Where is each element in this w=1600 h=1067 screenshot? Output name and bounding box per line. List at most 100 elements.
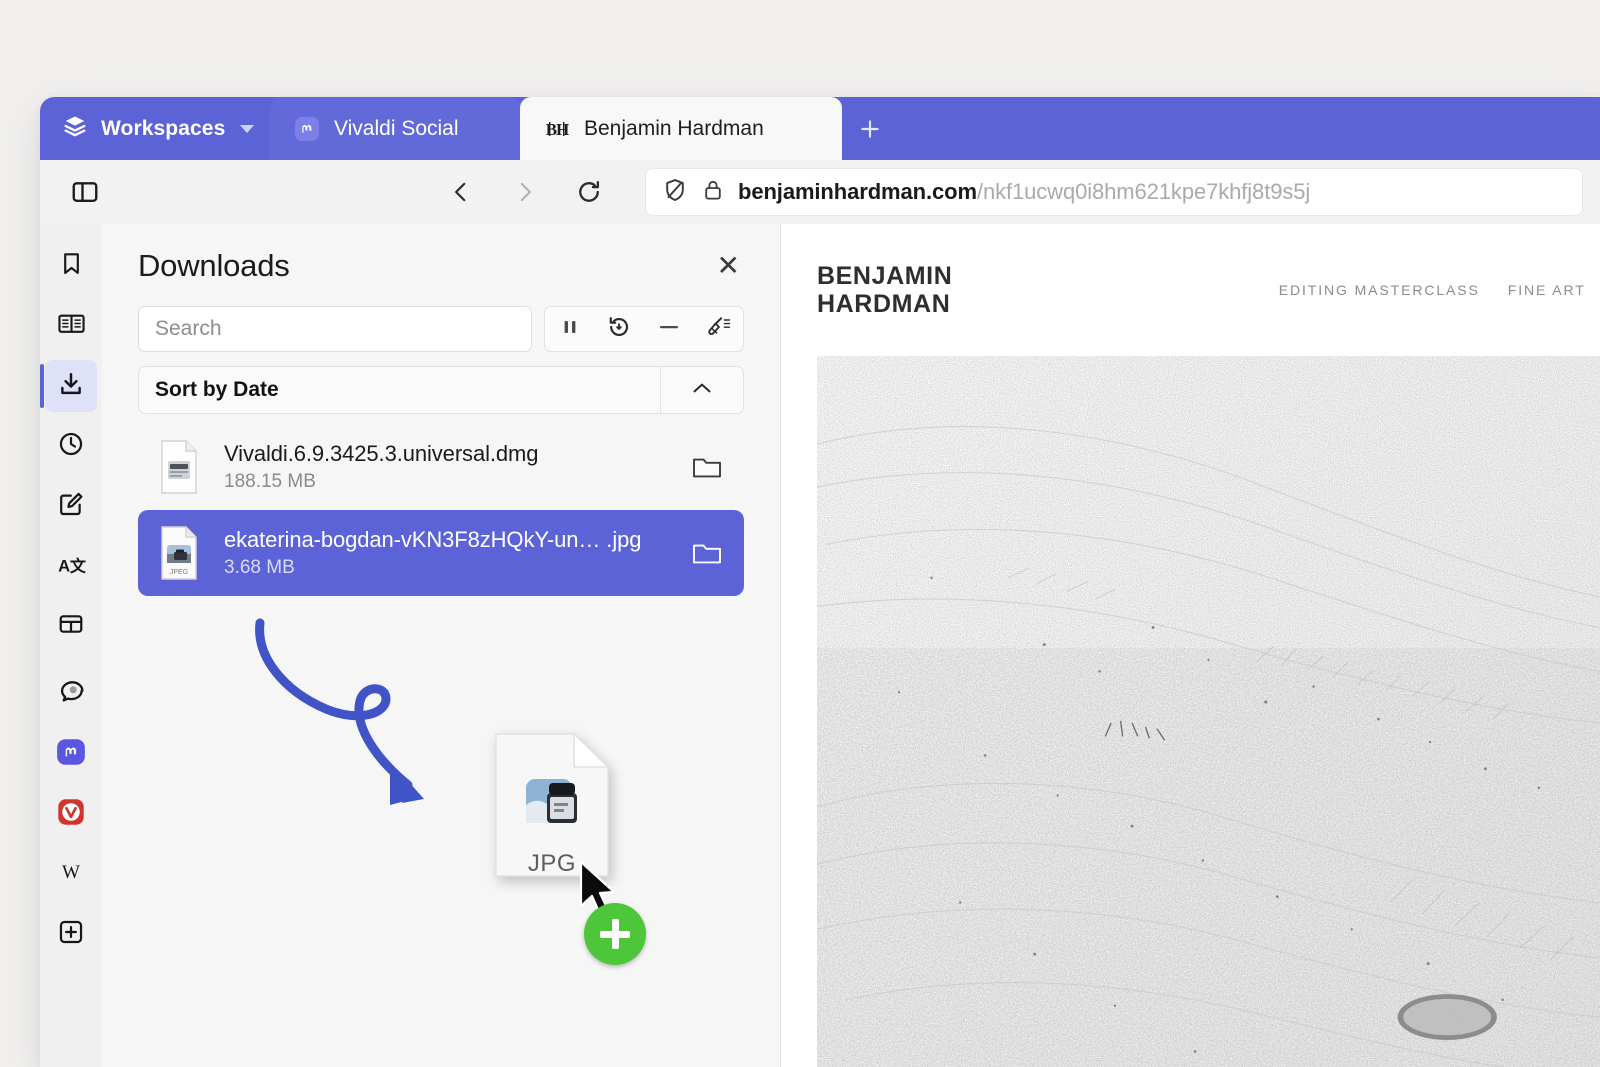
feed-reader-icon <box>57 677 86 711</box>
site-logo-line1: BENJAMIN <box>817 262 953 290</box>
resume-button[interactable] <box>595 307 645 351</box>
screenshot-root: Workspaces Vivaldi Social BH Benjamin Ha… <box>0 0 1600 1067</box>
close-icon[interactable]: ✕ <box>711 248 746 284</box>
tab-vivaldi-social[interactable]: Vivaldi Social <box>270 97 520 160</box>
svg-text:文: 文 <box>70 556 86 575</box>
site-logo[interactable]: BENJAMIN HARDMAN <box>817 262 952 318</box>
bookmark-icon <box>58 250 85 282</box>
tab-benjamin-hardman[interactable]: BH Benjamin Hardman <box>520 97 842 160</box>
window-body: A 文 W Downloads ✕ Search Sort by Date Vi… <box>40 224 1600 1067</box>
tab-bar: Workspaces Vivaldi Social BH Benjamin Ha… <box>40 97 1600 160</box>
download-file-size: 188.15 MB <box>224 471 316 492</box>
downloads-search-row <box>102 284 780 352</box>
sidebar-panel-icon[interactable] <box>62 169 108 215</box>
folder-icon <box>693 458 721 478</box>
download-file-size: 3.68 MB <box>224 557 295 578</box>
download-icon <box>57 370 85 403</box>
sidebar-item-notes[interactable] <box>45 480 97 532</box>
sidebar-item-reading-list[interactable] <box>45 300 97 352</box>
aerial-landscape-photo <box>817 356 1600 1067</box>
downloads-panel-header: Downloads ✕ <box>102 224 780 284</box>
download-file-name: Vivaldi.6.9.3425.3.universal.dmg <box>224 441 539 466</box>
site-logo-line2: HARDMAN <box>817 290 951 318</box>
browser-window: Workspaces Vivaldi Social BH Benjamin Ha… <box>40 97 1600 1067</box>
download-file-name: ekaterina-bogdan-vKN3F8zHQkY-un… .jpg <box>224 527 642 552</box>
lock-icon[interactable] <box>702 178 724 207</box>
new-tab-button[interactable] <box>842 97 898 160</box>
cancel-button[interactable] <box>644 307 694 351</box>
broom-icon <box>704 314 732 345</box>
address-bar[interactable]: benjaminhardman.com/nkf1ucwq0i8hm621kpe7… <box>646 169 1582 215</box>
open-folder-button[interactable] <box>684 454 730 480</box>
download-item-dmg[interactable]: Vivaldi.6.9.3425.3.universal.dmg 188.15 … <box>138 424 744 510</box>
pause-icon <box>560 316 580 343</box>
sidebar-item-downloads[interactable] <box>40 360 97 412</box>
site-header: BENJAMIN HARDMAN EDITING MASTERCLASS FIN… <box>781 224 1600 356</box>
translate-icon: A 文 <box>56 550 87 583</box>
sidebar-item-wikipedia[interactable]: W <box>45 848 97 900</box>
dmg-file-icon <box>154 439 204 495</box>
restore-download-icon <box>606 314 632 345</box>
sidebar-item-history[interactable] <box>45 420 97 472</box>
note-pencil-icon <box>57 490 85 523</box>
vivaldi-icon <box>56 797 86 832</box>
clock-icon <box>57 430 85 463</box>
url-path: /nkf1ucwq0i8hm621kpe7khfj8t9s5j <box>976 179 1311 204</box>
search-input[interactable] <box>138 306 532 352</box>
sidebar-item-translate[interactable]: A 文 <box>45 540 97 592</box>
folder-icon <box>693 544 721 564</box>
sort-direction-button[interactable] <box>660 367 743 413</box>
forward-button[interactable] <box>502 169 548 215</box>
nav-link-fine-art[interactable]: FINE ART <box>1508 282 1586 298</box>
workspaces-label: Workspaces <box>101 116 226 140</box>
wikipedia-w-icon: W <box>56 859 86 890</box>
reload-button[interactable] <box>566 169 612 215</box>
plus-icon <box>861 119 879 138</box>
tracker-blocker-shield-icon[interactable] <box>662 177 688 208</box>
tab-label: Vivaldi Social <box>334 116 459 140</box>
minus-icon <box>656 319 682 340</box>
workspaces-button[interactable]: Workspaces <box>40 97 270 160</box>
site-nav: EDITING MASTERCLASS FINE ART FI <box>1279 282 1600 298</box>
window-panel-icon <box>57 610 85 643</box>
sidebar-item-feeds[interactable] <box>45 668 97 720</box>
back-button[interactable] <box>438 169 484 215</box>
web-content: BENJAMIN HARDMAN EDITING MASTERCLASS FIN… <box>781 224 1600 1067</box>
sidebar-item-vivaldi[interactable] <box>45 788 97 840</box>
jpeg-file-icon: JPEG <box>154 525 204 581</box>
tab-label: Benjamin Hardman <box>584 116 764 140</box>
downloads-panel: Downloads ✕ Search Sort by Date Vivaldi.… <box>102 224 781 1067</box>
chevron-down-icon[interactable] <box>240 124 255 133</box>
pause-button[interactable] <box>545 307 595 351</box>
downloads-action-group <box>544 306 744 352</box>
url-domain: benjaminhardman.com <box>738 179 977 204</box>
download-item-meta: Vivaldi.6.9.3425.3.universal.dmg 188.15 … <box>224 441 664 493</box>
sort-control[interactable]: Sort by Date <box>138 366 744 414</box>
sidebar-item-bookmarks[interactable] <box>45 240 97 292</box>
download-item-jpg[interactable]: JPEG ekaterina-bogdan-vKN3F8zHQkY-un… .j… <box>138 510 744 596</box>
chevron-up-icon <box>689 379 715 402</box>
page-title: Downloads <box>138 248 290 283</box>
plus-box-icon <box>57 918 85 951</box>
bh-monogram-icon: BH <box>544 116 570 142</box>
svg-text:JPEG: JPEG <box>170 569 188 576</box>
download-item-meta: ekaterina-bogdan-vKN3F8zHQkY-un… .jpg 3.… <box>224 527 664 579</box>
layers-stack-icon <box>62 113 88 144</box>
side-panel-rail: A 文 W <box>40 224 102 1067</box>
svg-text:W: W <box>62 862 80 883</box>
address-toolbar: benjaminhardman.com/nkf1ucwq0i8hm621kpe7… <box>40 160 1600 224</box>
mastodon-icon <box>294 116 320 142</box>
book-icon <box>57 309 86 343</box>
url-text: benjaminhardman.com/nkf1ucwq0i8hm621kpe7… <box>738 179 1310 205</box>
nav-link-editing-masterclass[interactable]: EDITING MASTERCLASS <box>1279 282 1480 298</box>
clear-all-button[interactable] <box>694 307 744 351</box>
sidebar-item-window-panel[interactable] <box>45 600 97 652</box>
navigation-buttons <box>438 169 612 215</box>
downloads-list: Vivaldi.6.9.3425.3.universal.dmg 188.15 … <box>102 414 780 596</box>
sort-label: Sort by Date <box>155 378 279 401</box>
sidebar-item-mastodon[interactable] <box>45 728 97 780</box>
sidebar-item-add-panel[interactable] <box>45 908 97 960</box>
hero-photo <box>817 356 1600 1067</box>
mastodon-icon <box>56 737 86 772</box>
open-folder-button[interactable] <box>684 540 730 566</box>
